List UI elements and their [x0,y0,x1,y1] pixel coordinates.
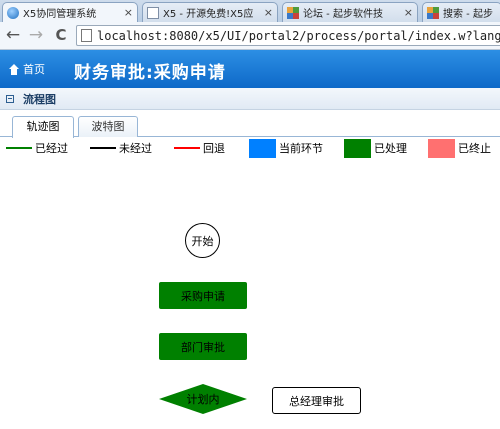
legend-label: 未经过 [119,142,152,155]
forward-button[interactable]: → [27,26,45,44]
reload-button[interactable]: C [52,26,70,44]
passed-line-swatch [6,147,32,149]
start-node[interactable]: 开始 [185,223,220,258]
legend-label: 已终止 [458,142,491,155]
legend-not-passed: 未经过 [90,137,152,159]
node-label: 采购申请 [181,289,225,303]
terminated-box-swatch [428,138,455,158]
legend-rollback: 回退 [174,137,225,159]
legend-processed: 已处理 [344,137,407,159]
node-label: 部门审批 [181,340,225,354]
home-icon [8,63,20,75]
legend-label: 回退 [203,142,225,155]
section-header: 流程图 [0,88,500,110]
flow-canvas: 开始 采购申请 部门审批 计划内 总经理审批 [0,160,500,429]
url-text: localhost:8080/x5/UI/portal2/process/por… [97,28,500,43]
legend-label: 已经过 [35,142,68,155]
section-title: 流程图 [23,92,56,106]
browser-tab-strip: X5协同管理系统 × X5 - 开源免费!X5应 × 论坛 - 起步软件技 × … [0,0,500,22]
page-icon [147,6,159,19]
node-label: 开始 [191,234,214,248]
collapse-icon[interactable] [6,94,14,103]
legend-label: 已处理 [374,142,407,155]
home-label: 首页 [23,63,45,76]
node-label: 总经理审批 [289,394,344,408]
browser-tab-label: 搜索 - 起步 [443,9,493,20]
back-button[interactable]: ← [4,26,22,44]
current-box-swatch [249,138,276,158]
browser-tab-label: X5 - 开源免费!X5应 [163,9,254,20]
processed-box-swatch [344,138,371,158]
browser-tab-label: 论坛 - 起步软件技 [303,9,383,20]
department-approval-node[interactable]: 部门审批 [159,333,247,360]
view-tabs: 轨迹图 波特图 [0,110,500,138]
browser-tab-label: X5协同管理系统 [23,9,97,20]
tab-trace-graph[interactable]: 轨迹图 [12,116,74,138]
forum-icon [427,6,439,19]
legend-passed: 已经过 [6,137,68,159]
browser-tab-forum[interactable]: 论坛 - 起步软件技 × [282,2,418,22]
legend: 已经过 未经过 回退 当前环节 已处理 已终止 [0,137,500,159]
legend-terminated: 已终止 [428,137,491,159]
rollback-line-swatch [174,147,200,149]
home-link[interactable]: 首页 [8,61,45,77]
page-icon [81,29,92,42]
browser-tab-search[interactable]: 搜索 - 起步 [422,2,500,22]
globe-icon [7,6,19,19]
legend-label: 当前环节 [279,142,323,155]
page-title: 财务审批:采购申请 [74,63,226,83]
address-bar[interactable]: localhost:8080/x5/UI/portal2/process/por… [76,25,500,46]
close-tab-icon[interactable]: × [264,6,273,19]
gateway-label: 计划内 [186,393,220,406]
not-passed-line-swatch [90,147,116,149]
browser-tab-x5-open[interactable]: X5 - 开源免费!X5应 × [142,2,278,22]
tab-pert-graph[interactable]: 波特图 [78,116,138,137]
close-tab-icon[interactable]: × [124,6,133,19]
close-tab-icon[interactable]: × [404,6,413,19]
browser-tab-x5[interactable]: X5协同管理系统 × [2,2,138,22]
legend-current: 当前环节 [249,137,323,159]
browser-toolbar: ← → C localhost:8080/x5/UI/portal2/proce… [0,22,500,50]
purchase-request-node[interactable]: 采购申请 [159,282,247,309]
app-header: 首页 财务审批:采购申请 [0,50,500,88]
gm-approval-node[interactable]: 总经理审批 [272,387,361,414]
forum-icon [287,6,299,19]
